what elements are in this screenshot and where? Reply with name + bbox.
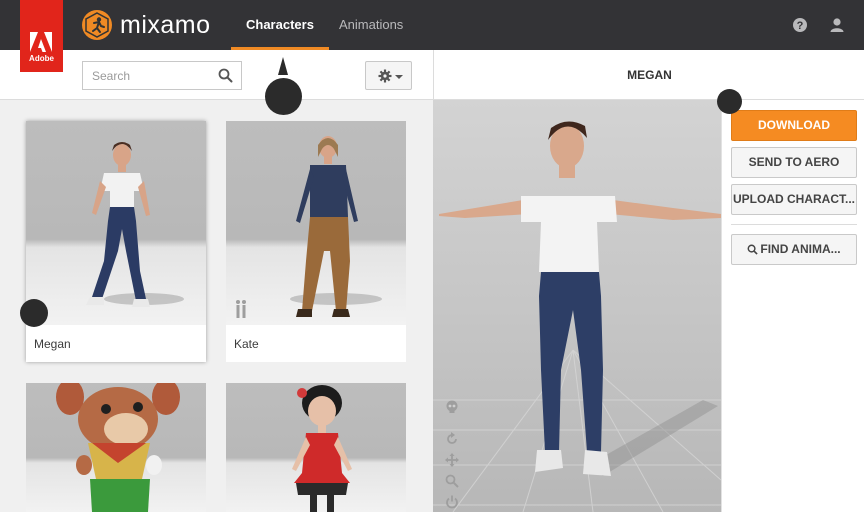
adobe-glyph-icon — [30, 32, 52, 52]
character-thumbnail — [26, 383, 206, 512]
divider — [731, 224, 857, 225]
mixamo-logo[interactable]: mixamo — [82, 9, 211, 41]
search-icon — [747, 244, 759, 255]
skeleton-icon[interactable] — [445, 400, 459, 414]
rotate-icon[interactable] — [445, 432, 459, 446]
adobe-logo[interactable]: Adobe — [20, 0, 63, 72]
character-name: Megan — [34, 337, 71, 351]
character-thumbnail — [226, 121, 406, 325]
viewport-scene — [433, 121, 721, 512]
app-name: mixamo — [120, 10, 211, 39]
pan-icon[interactable] — [445, 453, 459, 467]
upload-character-button[interactable]: UPLOAD CHARACT... — [731, 184, 857, 215]
chevron-down-icon — [395, 75, 403, 79]
tab-animations[interactable]: Animations — [324, 0, 418, 50]
top-bar: mixamo Characters Animations ? — [0, 0, 864, 50]
people-icon — [236, 300, 246, 318]
find-animations-label: FIND ANIMA... — [760, 242, 841, 256]
character-thumbnail — [26, 121, 206, 325]
user-icon[interactable] — [828, 16, 846, 34]
character-browser: Megan Kate — [0, 50, 433, 512]
character-card-3[interactable] — [26, 383, 206, 512]
search-input[interactable] — [83, 62, 211, 89]
search-icon[interactable] — [218, 68, 233, 83]
character-title: MEGAN — [627, 68, 672, 82]
annotation-marker — [265, 78, 302, 115]
download-button[interactable]: DOWNLOAD — [731, 110, 857, 141]
character-card-megan[interactable]: Megan — [26, 121, 206, 362]
character-name: Kate — [234, 337, 259, 351]
find-animations-button[interactable]: FIND ANIMA... — [731, 234, 857, 265]
gear-icon — [378, 69, 392, 83]
tab-characters[interactable]: Characters — [231, 0, 329, 50]
svg-text:?: ? — [797, 20, 804, 32]
search-box — [82, 61, 242, 90]
annotation-marker — [20, 299, 48, 327]
settings-dropdown-button[interactable] — [365, 61, 412, 90]
actions-panel: DOWNLOAD SEND TO AERO UPLOAD CHARACT... … — [721, 100, 864, 512]
send-to-aero-button[interactable]: SEND TO AERO — [731, 147, 857, 178]
adobe-label: Adobe — [29, 54, 54, 63]
mixamo-logo-icon — [82, 10, 112, 40]
browser-toolbar — [0, 50, 433, 100]
annotation-marker — [717, 89, 742, 114]
zoom-icon[interactable] — [445, 474, 459, 488]
reset-view-icon[interactable] — [445, 495, 459, 509]
character-3d-viewport[interactable] — [433, 100, 721, 512]
character-thumbnail — [226, 383, 406, 512]
help-icon[interactable]: ? — [791, 16, 809, 34]
character-card-kate[interactable]: Kate — [226, 121, 406, 362]
character-card-4[interactable] — [226, 383, 406, 512]
annotation-marker-tail — [278, 57, 288, 75]
viewer-header: MEGAN — [433, 50, 864, 100]
